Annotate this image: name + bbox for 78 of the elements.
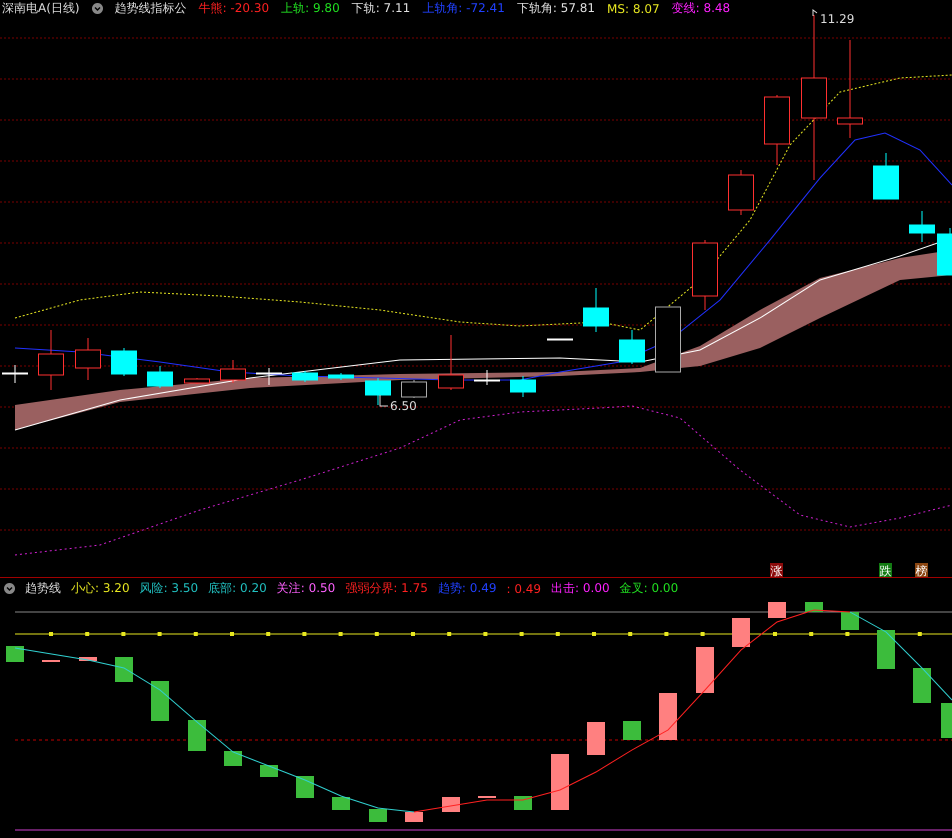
indicator-title: 趋势线指标公 (114, 0, 187, 17)
legend-value: 变线: 8.48 (672, 0, 730, 17)
histogram-bar (405, 812, 423, 822)
histogram-bar (551, 754, 569, 810)
histogram-bar (623, 721, 641, 740)
histogram-bar (188, 720, 206, 751)
candlestick (909, 210, 935, 242)
histogram-bar (296, 776, 314, 798)
candlestick (474, 370, 500, 386)
candlestick (619, 330, 645, 364)
legend-value: 出击: 0.00 (551, 580, 610, 597)
legend-value: 关注: 0.50 (276, 580, 336, 597)
candlestick (438, 334, 464, 390)
collapse-icon[interactable] (92, 3, 103, 14)
signal-badge: 涨 (770, 563, 783, 577)
histogram-bar (79, 657, 97, 661)
candlestick (38, 330, 64, 390)
security-title: 深南电A(日线) (2, 0, 80, 17)
histogram-bar (659, 693, 677, 740)
histogram-bar (514, 796, 532, 810)
histogram-bar (913, 668, 931, 703)
candlestick (655, 306, 681, 372)
histogram-bar (369, 809, 387, 822)
price-label: 11.29 (820, 12, 854, 26)
candlestick (75, 338, 101, 380)
candlestick (764, 94, 790, 166)
leader-line (380, 394, 388, 406)
histogram-bar (768, 602, 786, 618)
legend-value: 强弱分界: 1.75 (345, 580, 428, 597)
histogram-bar (941, 703, 952, 738)
collapse-icon[interactable] (4, 583, 15, 594)
signal-badge: 榜 (915, 563, 928, 577)
candlestick (365, 378, 391, 406)
candlestick (328, 372, 354, 380)
candlestick (256, 368, 282, 386)
histogram-bar (587, 722, 605, 755)
histogram-bar (732, 618, 750, 647)
histogram-bar (442, 797, 460, 812)
histogram-bar (696, 647, 714, 693)
histogram-bar (332, 797, 350, 810)
price-label: 6.50 (390, 399, 417, 413)
candlestick (728, 170, 754, 216)
candlestick (184, 378, 210, 384)
candlestick (873, 152, 899, 200)
histogram-bar (877, 630, 895, 669)
candlestick (220, 360, 246, 384)
legend-value: 牛熊: -20.30 (198, 0, 270, 17)
legend-value: MS: 8.07 (607, 2, 660, 16)
candlestick (147, 366, 173, 388)
legend-value: 上轨: 9.80 (281, 0, 340, 17)
histogram-bar (115, 657, 133, 682)
legend-value: 金叉: 0.00 (620, 580, 678, 597)
legend-value: 下轨角: 57.81 (516, 0, 596, 17)
signal-badge: 跌 (879, 563, 892, 577)
candlestick (583, 288, 609, 332)
histogram-bar (224, 751, 242, 766)
indicator-name: 趋势线 (25, 580, 61, 597)
candlestick (547, 338, 573, 340)
candlestick (111, 348, 137, 376)
candlestick (510, 376, 536, 398)
histogram-bar (260, 765, 278, 777)
histogram-bar (6, 646, 24, 662)
legend-value: 趋势: 0.49 (438, 580, 496, 597)
legend-value: 风险: 3.50 (140, 580, 198, 597)
histogram-bar (805, 602, 823, 612)
candlestick (937, 228, 952, 276)
histogram-bar (151, 681, 169, 721)
candlestick (2, 364, 28, 384)
legend-value: 小心: 3.20 (71, 580, 130, 597)
candlestick (292, 370, 318, 382)
legend-value: 下轨: 7.11 (352, 0, 410, 17)
legend-value: 上轨角: -72.41 (422, 0, 505, 17)
legend-value: 底部: 0.20 (208, 580, 267, 597)
candlestick (401, 380, 427, 398)
candlestick (692, 240, 718, 310)
leader-line (812, 9, 818, 16)
histogram-bar (841, 612, 859, 630)
legend-value: : 0.49 (506, 582, 542, 596)
